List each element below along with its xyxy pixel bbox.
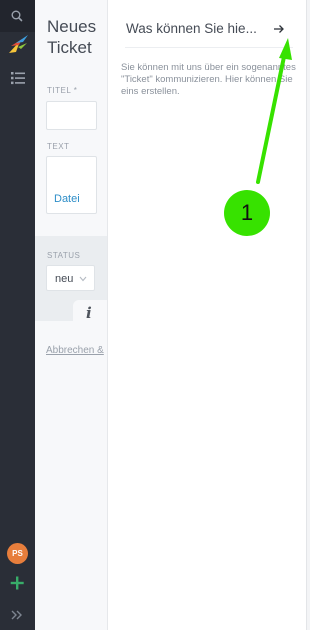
new-ticket-form: Neues Ticket TITEL * TEXT Datei STATUS n… bbox=[35, 0, 108, 630]
page-title: Neues Ticket bbox=[47, 17, 97, 57]
search-button[interactable] bbox=[0, 0, 35, 32]
text-input[interactable] bbox=[46, 156, 97, 214]
info-tab[interactable]: i bbox=[73, 300, 107, 325]
chevron-down-icon bbox=[79, 276, 87, 282]
help-panel: Was können Sie hie... Sie können mit uns… bbox=[108, 0, 306, 630]
zammad-logo-icon[interactable] bbox=[7, 33, 29, 55]
status-select[interactable]: neu bbox=[46, 265, 95, 291]
status-field-label: STATUS bbox=[47, 251, 81, 260]
double-chevron-right-icon[interactable] bbox=[10, 608, 24, 622]
info-icon: i bbox=[86, 304, 92, 322]
text-field-label: TEXT bbox=[47, 142, 70, 151]
arrow-right-icon[interactable] bbox=[273, 24, 285, 34]
title-field-label: TITEL * bbox=[47, 86, 78, 95]
ticket-attributes-panel: STATUS neu i bbox=[35, 236, 107, 325]
navigation-rail: PS bbox=[0, 0, 35, 630]
search-icon bbox=[11, 10, 23, 22]
title-input[interactable] bbox=[46, 101, 97, 130]
status-value: neu bbox=[55, 273, 74, 285]
help-description: Sie können mit uns über ein sogenanntes … bbox=[121, 62, 296, 98]
plus-icon[interactable] bbox=[9, 575, 25, 591]
right-edge-scrollbar[interactable] bbox=[306, 0, 310, 630]
user-avatar[interactable]: PS bbox=[7, 543, 28, 564]
overview-list-icon[interactable] bbox=[10, 70, 26, 86]
help-divider bbox=[125, 47, 293, 48]
annotation-badge: 1 bbox=[224, 190, 270, 236]
cancel-link[interactable]: Abbrechen & bbox=[46, 345, 104, 356]
help-headline: Was können Sie hie... bbox=[126, 21, 257, 36]
attach-file-link[interactable]: Datei bbox=[54, 193, 80, 205]
